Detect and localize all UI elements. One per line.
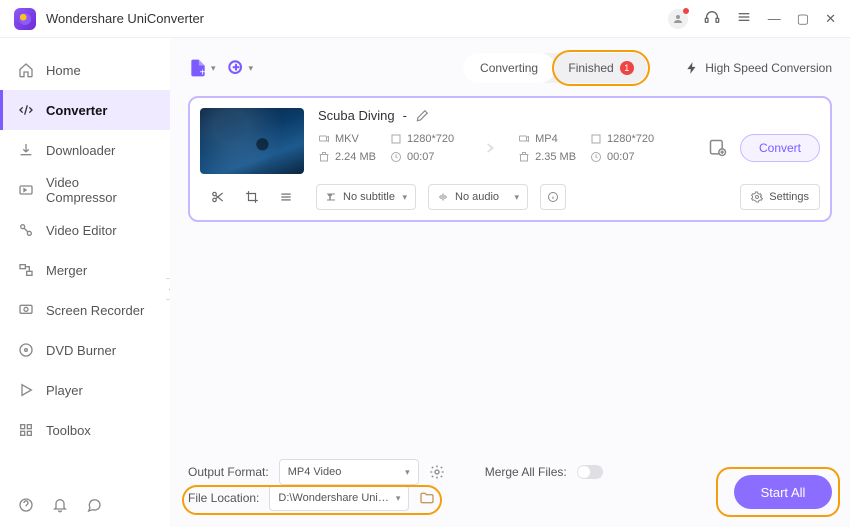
- item-settings-button[interactable]: Settings: [740, 184, 820, 210]
- sidebar-item-label: Merger: [46, 263, 87, 278]
- sidebar-item-toolbox[interactable]: Toolbox: [0, 410, 170, 450]
- sidebar-item-label: Downloader: [46, 143, 115, 158]
- subtitle-dropdown[interactable]: TNo subtitle▾: [316, 184, 416, 210]
- sidebar-item-label: Player: [46, 383, 83, 398]
- arrow-right-icon: [472, 134, 500, 162]
- start-all-button[interactable]: Start All: [734, 475, 832, 509]
- add-url-button[interactable]: ▾: [226, 58, 254, 78]
- sidebar-item-compressor[interactable]: Video Compressor: [0, 170, 170, 210]
- chevron-down-icon: ▾: [211, 63, 216, 74]
- close-button[interactable]: ✕: [825, 11, 836, 27]
- output-settings-icon[interactable]: [708, 138, 728, 158]
- edit-title-icon[interactable]: [415, 109, 429, 123]
- svg-text:+: +: [200, 68, 206, 79]
- account-icon[interactable]: [668, 9, 688, 29]
- open-folder-icon[interactable]: [419, 490, 435, 506]
- minimize-button[interactable]: —: [768, 11, 781, 26]
- maximize-button[interactable]: ▢: [797, 11, 809, 27]
- feedback-icon[interactable]: [86, 497, 102, 513]
- sidebar-item-label: Video Editor: [46, 223, 117, 238]
- file-location-dropdown[interactable]: D:\Wondershare UniConverter▾: [269, 485, 409, 511]
- tab-finished[interactable]: Finished1: [555, 53, 647, 83]
- target-meta: MP4 1280*720 2.35 MB 00:07: [518, 133, 654, 163]
- app-logo: [14, 8, 36, 30]
- sidebar-item-editor[interactable]: Video Editor: [0, 210, 170, 250]
- merge-toggle[interactable]: [577, 465, 603, 479]
- output-format-dropdown[interactable]: MP4 Video▾: [279, 459, 419, 485]
- sidebar-item-downloader[interactable]: Downloader: [0, 130, 170, 170]
- sidebar-item-label: Home: [46, 63, 81, 78]
- sidebar: Home Converter Downloader Video Compress…: [0, 38, 170, 527]
- sidebar-item-converter[interactable]: Converter: [0, 90, 170, 130]
- svg-text:T: T: [329, 195, 332, 201]
- video-thumbnail[interactable]: [200, 108, 304, 174]
- sidebar-item-recorder[interactable]: Screen Recorder: [0, 290, 170, 330]
- sidebar-item-merger[interactable]: Merger: [0, 250, 170, 290]
- sidebar-item-label: Toolbox: [46, 423, 91, 438]
- output-format-label: Output Format:: [188, 465, 269, 479]
- sidebar-item-label: DVD Burner: [46, 343, 116, 358]
- sidebar-item-dvd[interactable]: DVD Burner: [0, 330, 170, 370]
- format-settings-icon[interactable]: [429, 464, 445, 480]
- trim-icon[interactable]: [211, 190, 225, 204]
- merge-label: Merge All Files:: [485, 465, 567, 479]
- sidebar-item-label: Converter: [46, 103, 107, 118]
- finished-badge: 1: [620, 61, 634, 75]
- effects-icon[interactable]: [279, 190, 293, 204]
- sidebar-item-home[interactable]: Home: [0, 50, 170, 90]
- sidebar-item-label: Video Compressor: [46, 175, 152, 205]
- add-file-button[interactable]: +▾: [188, 58, 216, 78]
- crop-icon[interactable]: [245, 190, 259, 204]
- sidebar-item-player[interactable]: Player: [0, 370, 170, 410]
- file-item-card: Scuba Diving - MKV 1280*720 2.24 MB 00:0…: [188, 96, 832, 222]
- source-meta: MKV 1280*720 2.24 MB 00:07: [318, 133, 454, 163]
- info-icon[interactable]: [540, 184, 566, 210]
- sidebar-item-label: Screen Recorder: [46, 303, 144, 318]
- tab-converting[interactable]: Converting: [463, 53, 555, 83]
- convert-button[interactable]: Convert: [740, 134, 820, 162]
- menu-icon[interactable]: [736, 9, 752, 28]
- audio-dropdown[interactable]: No audio▾: [428, 184, 528, 210]
- bell-icon[interactable]: [52, 497, 68, 513]
- status-tabs: Converting Finished1: [463, 53, 647, 83]
- help-icon[interactable]: [18, 497, 34, 513]
- high-speed-toggle[interactable]: High Speed Conversion: [685, 61, 832, 75]
- chevron-down-icon: ▾: [249, 63, 254, 74]
- file-location-label: File Location:: [188, 491, 259, 505]
- file-title: Scuba Diving: [318, 108, 395, 123]
- app-title: Wondershare UniConverter: [46, 11, 204, 26]
- support-icon[interactable]: [704, 9, 720, 28]
